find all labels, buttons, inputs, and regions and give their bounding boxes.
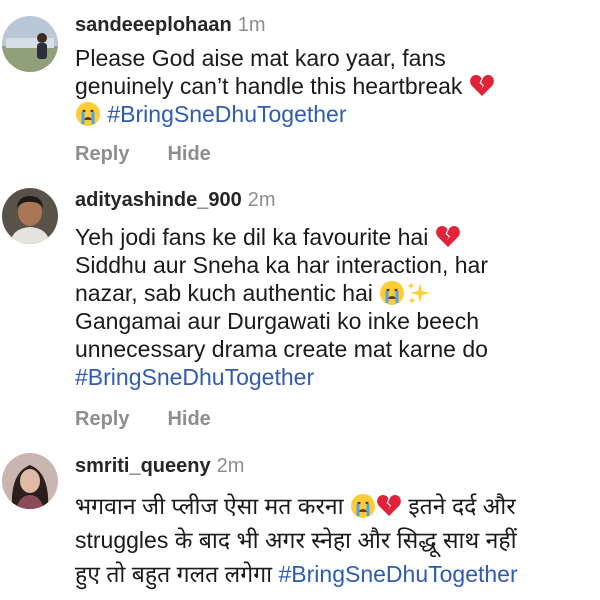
user-photo-portrait-icon	[2, 188, 58, 244]
comment-header: sandeeeplohaan 1m	[75, 14, 266, 37]
reply-button[interactable]: Reply	[75, 143, 129, 165]
comment-line: Gangamai aur Durgawati ko inke beech	[75, 307, 590, 335]
comment-line-text: भगवान जी प्लीज ऐसा मत करना	[75, 493, 344, 519]
comment-text: Please God aise mat karo yaar, fans genu…	[75, 44, 590, 128]
crying-face-icon	[350, 493, 376, 519]
hide-button[interactable]: Hide	[167, 408, 210, 430]
comment-line-text: genuinely can’t handle this heartbreak	[75, 73, 463, 99]
crying-face-icon	[379, 280, 405, 306]
comment-header: adityashinde_900 2m	[75, 189, 276, 212]
broken-heart-icon	[376, 493, 402, 519]
comment-line: genuinely can’t handle this heartbreak	[75, 72, 590, 100]
comment-line: Siddhu aur Sneha ka har interaction, har	[75, 251, 590, 279]
timestamp: 2m	[247, 189, 276, 211]
comment-line-text: Yeh jodi fans ke dil ka favourite hai	[75, 224, 429, 250]
comment-text: Yeh jodi fans ke dil ka favourite hai Si…	[75, 223, 590, 391]
comment-line: #BringSneDhuTogether	[75, 100, 590, 128]
comment-line: भगवान जी प्लीज ऐसा मत करना इतने दर्द और	[75, 489, 590, 523]
broken-heart-icon	[469, 73, 495, 99]
avatar[interactable]	[2, 188, 58, 244]
comment-line-text: Siddhu aur Sneha ka har interaction, har	[75, 252, 488, 278]
timestamp: 2m	[216, 455, 245, 477]
comment-line-text: इतने दर्द और	[408, 493, 516, 519]
comment-header: smriti_queeny 2m	[75, 455, 244, 478]
hashtag-link[interactable]: #BringSneDhuTogether	[75, 364, 314, 390]
comment-line: nazar, sab kuch authentic hai	[75, 279, 590, 307]
comment-line-text: Please God aise mat karo yaar, fans	[75, 45, 446, 71]
timestamp: 1m	[237, 14, 266, 36]
comment-line-text: nazar, sab kuch authentic hai	[75, 280, 373, 306]
comment-line: Please God aise mat karo yaar, fans	[75, 44, 590, 72]
comment-line-text: Gangamai aur Durgawati ko inke beech	[75, 308, 480, 334]
comment-line: struggles के बाद भी अगर स्नेहा और सिद्धू…	[75, 523, 590, 557]
comment-line: Yeh jodi fans ke dil ka favourite hai	[75, 223, 590, 251]
user-photo-woman-icon	[2, 453, 58, 509]
username[interactable]: adityashinde_900	[75, 189, 242, 211]
broken-heart-icon	[435, 224, 461, 250]
sparkles-icon	[405, 280, 431, 306]
username[interactable]: smriti_queeny	[75, 455, 211, 477]
reply-button[interactable]: Reply	[75, 408, 129, 430]
avatar[interactable]	[2, 16, 58, 72]
user-photo-outdoor-icon	[2, 16, 58, 72]
comment-actions: Reply Hide	[75, 143, 249, 166]
comment-line-text: unnecessary drama create mat karne do	[75, 336, 488, 362]
avatar[interactable]	[2, 453, 58, 509]
username[interactable]: sandeeeplohaan	[75, 14, 232, 36]
hashtag-link[interactable]: #BringSneDhuTogether	[107, 101, 346, 127]
comment-line: #BringSneDhuTogether	[75, 363, 590, 391]
crying-face-icon	[75, 101, 101, 127]
comment-line: हुए तो बहुत गलत लगेगा #BringSneDhuTogeth…	[75, 557, 590, 591]
hashtag-link[interactable]: #BringSneDhuTogether	[279, 561, 518, 587]
comment-line-text: हुए तो बहुत गलत लगेगा	[75, 561, 273, 587]
comment-actions: Reply Hide	[75, 408, 249, 431]
comment-line-text: struggles के बाद भी अगर स्नेहा और सिद्धू…	[75, 527, 517, 553]
comment-line: unnecessary drama create mat karne do	[75, 335, 590, 363]
hide-button[interactable]: Hide	[167, 143, 210, 165]
comment-text: भगवान जी प्लीज ऐसा मत करना इतने दर्द और …	[75, 489, 590, 591]
